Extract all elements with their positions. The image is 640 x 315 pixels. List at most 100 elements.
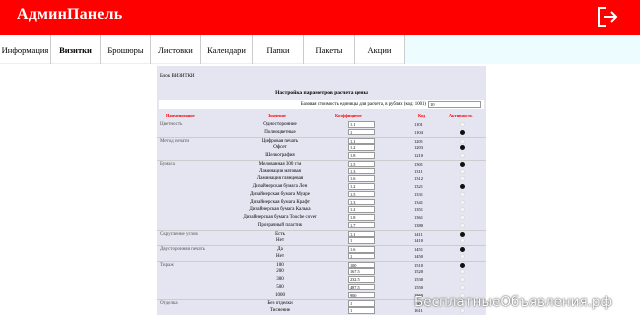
active-radio[interactable] [460,231,465,237]
active-radio[interactable] [460,277,465,282]
coefficient-input[interactable]: 1 [348,300,375,307]
param-name: Прозрачный пластик [257,222,303,228]
watermark: БесплатныеОбъявления.рф [414,294,612,310]
param-code: 1341 [414,199,423,205]
coefficient-input[interactable]: 1.8 [348,214,375,221]
coefficient-input[interactable]: 1.5 [348,190,375,198]
active-radio[interactable] [460,199,465,205]
active-radio[interactable] [460,184,465,189]
active-radio[interactable] [460,138,465,144]
table-row: Дизайнерская бумага Калька 1.2 1351 [157,206,486,214]
active-radio[interactable] [460,161,465,167]
param-name: Шелкография [265,153,295,158]
active-radio[interactable] [460,262,465,268]
coefficient-input[interactable]: 1 [348,128,375,136]
active-radio[interactable] [460,176,465,182]
active-radio[interactable] [460,168,465,174]
coefficient-input[interactable]: 1.8 [348,152,375,159]
coefficient-input[interactable]: 1.2 [348,144,375,151]
table-row: 300 232.5 1530 [157,276,486,284]
param-group: Цветность [160,122,183,127]
param-code: 1104 [414,129,423,135]
table-row: Тираж 100 100 1510 [157,260,486,269]
coefficient-input[interactable]: 167.5 [348,268,375,275]
param-code: 1530 [414,277,423,282]
param-code: 1203 [414,145,423,151]
param-name: Дизайнерская бумага Лен [252,184,308,189]
param-name: 100 [276,262,284,268]
tab-info[interactable]: Информация [0,35,51,64]
coefficient-input[interactable]: 1.3 [348,198,375,205]
param-code: 1410 [414,238,423,244]
coefficient-input[interactable]: 900 [348,291,375,298]
base-cost-row: Базовая стоимость единицы для расчета, в… [159,100,484,109]
param-name: Офсет [273,145,287,151]
param-name: Нет [275,253,284,259]
coefficient-input[interactable]: 1.3 [348,167,375,174]
param-group: Отделка [160,301,178,307]
table-row: Полноцветные 1 1104 [157,128,486,137]
logout-icon[interactable] [597,7,619,27]
coefficient-input[interactable]: 100 [348,261,375,268]
coefficient-input[interactable]: 1.1 [348,230,375,237]
active-radio[interactable] [460,191,465,197]
coefficient-input[interactable]: 1.5 [348,160,375,168]
param-code: 1101 [414,122,423,127]
coefficient-input[interactable]: 1 [348,307,375,314]
coefficient-input[interactable]: 1.6 [348,246,375,253]
active-radio[interactable] [460,215,465,220]
base-cost-label: Базовая стоимость единицы для расчета, в… [300,102,426,107]
param-name: 1000 [275,292,285,298]
param-code: 1550 [414,284,423,290]
active-radio[interactable] [460,253,465,259]
table-row: 500 487.5 1550 [157,283,486,292]
coefficient-input[interactable]: 1.2 [348,183,375,190]
coefficient-input[interactable]: 1 [348,237,375,244]
coefficient-input[interactable]: 232.5 [348,276,375,283]
tab-business-cards[interactable]: Визитки [51,35,101,64]
param-code: 1351 [414,207,423,213]
active-radio[interactable] [460,153,465,158]
active-radio[interactable] [460,207,465,213]
param-name: Дизайнерская бумага Калька [249,207,311,213]
tab-packages[interactable]: Пакеты [304,35,355,64]
active-radio[interactable] [460,247,465,252]
param-name: Односторонние [263,122,297,127]
param-name: 200 [276,269,284,275]
param-name: Без отделки [267,301,293,307]
coefficient-input[interactable]: 1.2 [348,206,375,213]
tab-leaflets[interactable]: Листовки [151,35,201,64]
active-radio[interactable] [460,238,465,244]
tab-promotions[interactable]: Акции [355,35,405,64]
active-radio[interactable] [460,145,465,151]
tab-brochures[interactable]: Брошюры [101,35,151,64]
column-header-code: Код [418,113,426,118]
coefficient-input[interactable]: 1 [348,252,375,260]
param-code: 1201 [414,138,423,144]
param-name: Ламинация глянцевая [256,176,304,182]
param-name: Тиснение [269,308,291,313]
active-radio[interactable] [460,284,465,290]
table-row: Ламинация матовая 1.3 1311 [157,167,486,176]
param-name: Нет [275,238,284,244]
coefficient-input[interactable]: 1.7 [348,221,375,229]
panel-title: Настройка параметров расчета цены [275,90,368,96]
coefficient-input[interactable]: 1.6 [348,175,375,182]
base-cost-input[interactable]: 10 [428,101,481,108]
active-radio[interactable] [460,122,465,127]
active-radio[interactable] [460,222,465,228]
tab-calendars[interactable]: Календари [201,35,253,64]
table-row: Офсет 1.2 1203 [157,144,486,152]
tab-folders[interactable]: Папки [253,35,304,64]
param-code: 1331 [414,191,423,197]
table-row: Дизайнерская бумага Крафт 1.3 1341 [157,198,486,207]
coefficient-input[interactable]: 1.1 [348,137,375,144]
active-radio[interactable] [460,269,465,275]
active-radio[interactable] [460,129,465,135]
coefficient-input[interactable]: 1.1 [348,121,375,128]
table-row: Прозрачный пластик 1.7 1380 [157,221,486,230]
coefficient-input[interactable]: 487.5 [348,283,375,291]
param-group: Метод печати [160,138,190,144]
main-nav: Информация Визитки Брошюры Листовки Кале… [0,35,640,64]
param-code: 1311 [414,168,423,174]
